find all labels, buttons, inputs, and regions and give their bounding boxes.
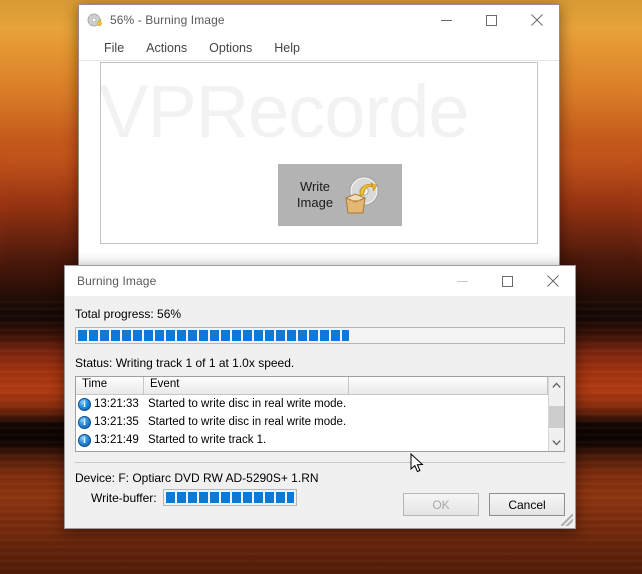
table-row[interactable]: i 13:21:33 Started to write disc in real w…: [76, 395, 548, 413]
device-label: Device: F: Optiarc DVD RW AD-5290S+ 1.RN: [75, 471, 319, 485]
write-image-label-line1: Write: [299, 179, 331, 194]
write-buffer-fill: [165, 492, 294, 503]
scrollbar-thumb[interactable]: [549, 406, 564, 428]
total-progress-label: Total progress: 56%: [75, 307, 182, 321]
column-header-blank[interactable]: [349, 377, 548, 394]
info-icon: i: [78, 415, 91, 429]
write-image-button[interactable]: Write Image: [278, 164, 402, 226]
event-log-main: Time Event i 13:21:33 Started to write dis…: [76, 377, 548, 451]
log-row-time: 13:21:33: [94, 398, 139, 410]
dialog-minimize-button: [440, 266, 485, 296]
total-progress-bar: [75, 327, 565, 344]
close-button[interactable]: [514, 5, 559, 35]
ok-button: OK: [403, 493, 479, 516]
menu-item-file[interactable]: File: [93, 38, 135, 58]
main-window[interactable]: 56% - Burning Image File Actions Options…: [78, 4, 560, 267]
log-row-event: Started to write track 1.: [148, 434, 267, 446]
menu-item-help[interactable]: Help: [263, 38, 311, 58]
menu-item-actions[interactable]: Actions: [135, 38, 198, 58]
event-log-header[interactable]: Time Event: [76, 377, 548, 395]
event-log-list[interactable]: Time Event i 13:21:33 Started to write dis…: [75, 376, 565, 452]
status-label: Status: Writing track 1 of 1 at 1.0x spe…: [75, 356, 295, 370]
write-image-button-label: Write Image: [297, 179, 333, 211]
event-log-rows: i 13:21:33 Started to write disc in real w…: [76, 395, 548, 449]
dialog-maximize-button[interactable]: [485, 266, 530, 296]
scroll-down-icon[interactable]: [549, 434, 564, 451]
dialog-caption-buttons[interactable]: [440, 266, 575, 296]
resize-grip[interactable]: [561, 514, 573, 526]
dialog-close-button[interactable]: [530, 266, 575, 296]
cancel-button[interactable]: Cancel: [489, 493, 565, 516]
write-buffer-label: Write-buffer:: [91, 490, 157, 505]
burning-image-dialog[interactable]: Burning Image Total progress: 56% Status…: [64, 265, 576, 529]
dialog-separator: [75, 462, 565, 463]
scroll-up-icon[interactable]: [549, 377, 564, 394]
menu-item-options[interactable]: Options: [198, 38, 263, 58]
info-icon: i: [78, 433, 91, 447]
write-image-label-line2: Image: [296, 195, 334, 210]
log-row-time: 13:21:35: [94, 416, 139, 428]
mouse-cursor: [410, 452, 426, 475]
table-row[interactable]: i 13:21:49 Started to write track 1.: [76, 431, 548, 449]
write-buffer-bar: [162, 489, 297, 506]
info-icon: i: [78, 397, 91, 411]
dialog-button-row[interactable]: OK Cancel: [403, 493, 565, 516]
dialog-body: Total progress: 56% Status: Writing trac…: [65, 296, 575, 528]
minimize-button[interactable]: [424, 5, 469, 35]
main-window-caption-buttons[interactable]: [424, 5, 559, 35]
main-window-client-area: VPRecorde Write Image: [100, 62, 538, 244]
vprecorder-watermark: VPRecorde: [100, 70, 469, 153]
column-header-time[interactable]: Time: [76, 377, 144, 394]
main-menubar[interactable]: File Actions Options Help: [79, 35, 559, 61]
event-log-scrollbar[interactable]: [548, 377, 564, 451]
maximize-button[interactable]: [469, 5, 514, 35]
main-window-title: 56% - Burning Image: [110, 13, 225, 27]
log-row-time: 13:21:49: [94, 434, 139, 446]
column-header-event[interactable]: Event: [144, 377, 349, 394]
dialog-titlebar[interactable]: Burning Image: [65, 266, 575, 296]
log-row-event: Started to write disc in real write mode…: [148, 416, 347, 428]
total-progress-fill: [78, 330, 350, 341]
scrollbar-track[interactable]: [549, 394, 564, 434]
table-row[interactable]: i 13:21:35 Started to write disc in real w…: [76, 413, 548, 431]
log-row-event: Started to write disc in real write mode…: [148, 398, 347, 410]
burning-disc-icon: [87, 12, 103, 28]
write-image-disc-box-icon: [337, 174, 383, 216]
dialog-title: Burning Image: [77, 274, 157, 288]
main-window-titlebar[interactable]: 56% - Burning Image: [79, 5, 559, 35]
